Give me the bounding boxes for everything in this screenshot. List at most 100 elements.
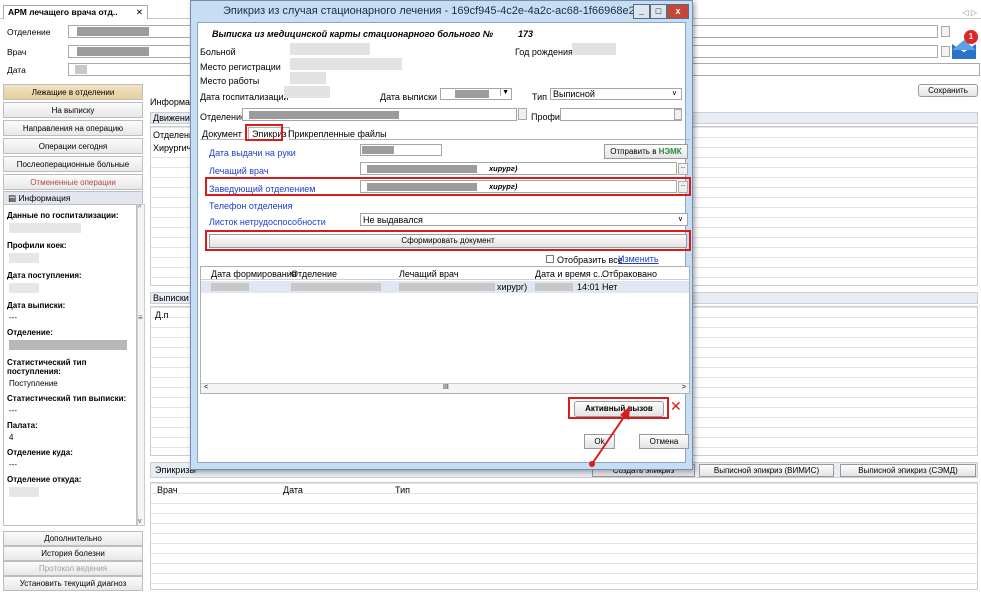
info-scrollbar[interactable]: ^ ≡ v: [137, 204, 145, 526]
send-label: Отправить в: [610, 147, 657, 156]
discharge-date-label: Дата выписки: [380, 92, 438, 102]
show-all-checkbox[interactable]: [546, 255, 554, 263]
col-rejected: Отбраковано: [602, 269, 657, 279]
col-datetime: Дата и время с...: [535, 269, 606, 279]
attending-doctor-input[interactable]: хирург): [360, 162, 677, 175]
sidebar-bottom-button[interactable]: Установить текущий диагноз: [3, 576, 143, 591]
work-place-label: Место работы: [200, 76, 260, 86]
info-value: 4: [9, 433, 14, 442]
attending-doctor-picker-button[interactable]: ...: [678, 163, 688, 175]
attending-doctor-label: Лечащий врач: [209, 166, 269, 176]
info-value: [4, 340, 136, 352]
case-number: 173: [518, 29, 534, 39]
tab-scroll-arrows-icon[interactable]: ◁ ▷: [962, 8, 977, 17]
documents-grid: Дата формирования Отделение Лечащий врач…: [200, 266, 690, 394]
highlight-tab-epikriz: [245, 124, 283, 141]
minimize-button[interactable]: _: [633, 4, 650, 19]
sidebar-bottom-buttons: Дополнительно История болезни Протокол вед…: [3, 531, 143, 591]
tab-title: АРМ лечащего врача отд..: [8, 7, 118, 17]
dialog-header: Выписка из медицинской карты стационарно…: [212, 29, 494, 39]
reg-place-label: Место регистрации: [200, 62, 281, 72]
dropdown-arrow-icon[interactable]: ▼: [500, 89, 510, 96]
dept-picker-button[interactable]: [518, 108, 527, 120]
grid-hscrollbar[interactable]: < III >: [201, 383, 689, 393]
row-doctor-suffix: хирург): [497, 282, 528, 292]
highlight-generate-document: [205, 230, 691, 251]
info-key: Дата выписки:: [7, 301, 66, 310]
tab-attached-files[interactable]: Прикрепленные файлы: [288, 129, 387, 139]
dept-input[interactable]: [242, 108, 517, 121]
doctor-clear-button[interactable]: [941, 46, 950, 57]
discharge-date-input[interactable]: ▼: [440, 88, 512, 100]
info-key: Отделение:: [7, 328, 53, 337]
profile-input[interactable]: [560, 108, 682, 121]
tab-arm-doctor[interactable]: АРМ лечащего врача отд.. ✕: [3, 5, 148, 19]
field-date-label: Дата: [7, 65, 26, 75]
info-key: Профили коек:: [7, 241, 67, 250]
scroll-grip-icon[interactable]: III: [443, 384, 449, 391]
type-value: Выписной: [553, 89, 595, 99]
sick-leave-label: Листок нетрудоспособности: [209, 217, 326, 227]
info-key: Данные по госпитализации:: [7, 211, 119, 220]
scroll-grip-icon[interactable]: ≡: [138, 313, 143, 322]
profile-picker-button[interactable]: [674, 109, 682, 120]
department-clear-button[interactable]: [941, 26, 950, 37]
issue-date-input[interactable]: [360, 144, 442, 156]
col-date: Дата: [283, 485, 303, 495]
info-value: ---: [9, 313, 17, 322]
info-key: Отделение откуда:: [7, 475, 82, 484]
col-department: Отделение: [291, 269, 338, 279]
annotation-arrow: [589, 406, 630, 467]
field-department-label: Отделение: [7, 27, 51, 37]
save-button[interactable]: Сохранить: [918, 84, 978, 98]
info-value: [4, 253, 136, 265]
sidebar-bottom-button[interactable]: Дополнительно: [3, 531, 143, 546]
patient-label: Больной: [200, 47, 236, 57]
close-icon[interactable]: ✕: [136, 7, 143, 18]
info-header: ▤ Информация: [3, 191, 143, 205]
tab-document[interactable]: Документ: [202, 129, 242, 139]
sidebar-button[interactable]: На выписку: [3, 102, 143, 118]
sidebar-button[interactable]: Послеоперационные больные: [3, 156, 143, 172]
birth-year-label: Год рождения: [515, 47, 573, 57]
scroll-left-icon[interactable]: <: [204, 384, 208, 391]
vimis-epikriz-button[interactable]: Выписной эпикриз (ВИМИС): [699, 464, 834, 477]
sidebar-bottom-button[interactable]: История болезни: [3, 546, 143, 561]
notification-badge: 1: [964, 30, 978, 44]
epikrizy-grid: Врач Дата Тип: [150, 482, 978, 590]
vypiski-label: Выписки: [153, 293, 189, 303]
info-value: [4, 487, 136, 499]
sidebar-button[interactable]: Операции сегодня: [3, 138, 143, 154]
grid-row[interactable]: хирург) 14:01 Нет: [201, 281, 689, 293]
semd-epikriz-button[interactable]: Выписной эпикриз (СЭМД): [840, 464, 976, 477]
maximize-button[interactable]: □: [650, 4, 667, 19]
sidebar-bottom-button[interactable]: Протокол ведения: [3, 561, 143, 576]
field-doctor-label: Врач: [7, 47, 27, 57]
mail-notification-icon[interactable]: 1: [950, 30, 978, 60]
issue-date-label: Дата выдачи на руки: [209, 148, 296, 158]
row-time: 14:01: [577, 282, 600, 292]
scroll-down-icon[interactable]: v: [138, 518, 142, 525]
send-nemk-button[interactable]: Отправить в НЭМК: [604, 144, 688, 159]
info-icon: ▤: [8, 193, 19, 203]
info-value: [4, 283, 136, 295]
sidebar-button[interactable]: Отмененные операции: [3, 174, 143, 190]
scroll-up-icon[interactable]: ^: [138, 205, 141, 212]
dialog-title: Эпикриз из случая стационарного лечения …: [223, 5, 654, 17]
scroll-right-icon[interactable]: >: [682, 384, 686, 391]
type-select[interactable]: Выписной ∨: [550, 88, 682, 100]
sidebar-button[interactable]: Направления на операцию: [3, 120, 143, 136]
sick-leave-value: Не выдавался: [363, 215, 423, 225]
info-key: Статистический тип поступления:: [7, 358, 87, 376]
info-key: Статистический тип выписки:: [7, 394, 127, 403]
window-close-button[interactable]: x: [667, 4, 689, 19]
info-value: ---: [9, 460, 17, 469]
sidebar-button[interactable]: Лежащие в отделении: [3, 84, 143, 100]
info-panel: Данные по госпитализации: Профили коек: Да…: [3, 204, 137, 526]
close-icon[interactable]: ✕: [670, 399, 682, 413]
col-creation-date: Дата формирования: [211, 269, 297, 279]
sick-leave-select[interactable]: Не выдавался ∨: [360, 213, 688, 226]
dept-phone-label: Телефон отделения: [209, 201, 293, 211]
col-doctor: Врач: [157, 485, 178, 495]
cancel-button[interactable]: Отмена: [639, 434, 689, 449]
